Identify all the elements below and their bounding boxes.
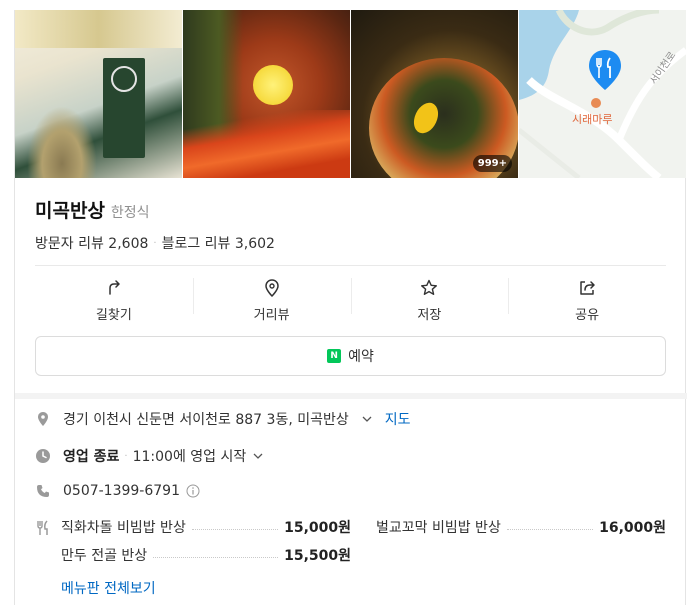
address-text: 경기 이천시 신둔면 서이천로 887 3동, 미곡반상 [63,412,349,428]
menu-leader [506,528,594,530]
reserve-button[interactable]: N 예약 [35,336,666,376]
title-row: 미곡반상 한정식 [35,196,150,223]
section-separator [15,393,687,399]
menu-item-name: 벌교꼬막 비빔밥 반상 [376,520,501,536]
share-label: 공유 [575,307,600,323]
photo-ceiling [15,10,182,48]
share-button[interactable]: 공유 [508,270,666,330]
business-status: 영업 종료 [63,449,120,465]
place-name: 미곡반상 [35,200,105,222]
photo-bibimbap-closeup[interactable] [183,10,350,178]
map-place-dot [591,98,601,108]
view-full-menu-link[interactable]: 메뉴판 전체보기 [61,578,156,598]
menu-leader [153,556,279,558]
place-card: 999+ 시래마루 서이천로 미곡반상 한정식 방문자 리뷰 2,608 · 블… [14,10,687,605]
clock-icon [35,448,51,464]
menu-item-price: 15,000원 [284,520,351,536]
photo-bibimbap-bowl[interactable]: 999+ [351,10,518,178]
phone-number[interactable]: 0507-1399-6791 [63,483,180,499]
naver-booking-icon: N [327,349,342,363]
map-link[interactable]: 지도 [385,409,411,429]
menu-item[interactable]: 직화차돌 비빔밥 반상 15,000원 [61,517,351,537]
photo-count-badge: 999+ [472,155,512,172]
menu-item-price: 16,000원 [599,520,666,536]
hours-chevron-down-icon[interactable] [252,450,264,462]
photo-plants [27,106,97,178]
hours-row: 영업 종료 · 11:00에 영업 시작 [35,446,264,466]
menu-item-name: 만두 전골 반상 [61,548,148,564]
streetview-pin-icon [264,278,279,297]
review-separator: · [153,237,157,249]
address-row: 경기 이천시 신둔면 서이천로 887 3동, 미곡반상 지도 [35,409,411,429]
menu-item-price: 15,500원 [284,548,351,564]
menu-leader [191,528,279,530]
chevron-down-icon[interactable] [361,413,373,425]
directions-button[interactable]: 길찾기 [35,270,193,330]
streetview-label: 거리뷰 [253,307,290,323]
place-category: 한정식 [110,205,150,221]
photo-vegetables [183,110,350,178]
menu-item[interactable]: 벌교꼬막 비빔밥 반상 16,000원 [376,517,666,537]
map-place-label: 시래마루 [572,113,613,126]
menu-utensils-icon [37,520,48,535]
photo-window [111,66,137,92]
menu-item[interactable]: 만두 전골 반상 15,500원 [61,545,351,565]
map-terrain [519,10,686,178]
status-separator: · [124,450,128,462]
divider [35,265,666,266]
directions-label: 길찾기 [95,307,132,323]
streetview-button[interactable]: 거리뷰 [192,270,351,330]
review-summary: 방문자 리뷰 2,608 · 블로그 리뷰 3,602 [35,233,275,253]
photo-interior[interactable] [15,10,182,178]
map-pin-icon [589,50,621,90]
blog-reviews-link[interactable]: 블로그 리뷰 3,602 [162,233,275,253]
info-icon[interactable] [186,484,200,498]
directions-icon [109,279,120,295]
photo-egg-yolk [253,65,293,105]
save-label: 저장 [417,307,442,323]
next-open-text: 11:00에 영업 시작 [132,449,247,465]
star-icon [421,279,438,295]
share-icon [580,280,595,295]
phone-row: 0507-1399-6791 [35,483,200,499]
save-button[interactable]: 저장 [350,270,509,330]
menu-item-name: 직화차돌 비빔밥 반상 [61,520,186,536]
mini-map[interactable]: 시래마루 서이천로 [519,10,686,178]
phone-icon [35,483,51,499]
reserve-label: 예약 [348,349,374,365]
action-bar: 길찾기 거리뷰 저장 공유 [35,270,666,330]
location-pin-icon [35,411,51,427]
photo-strip: 999+ 시래마루 서이천로 [15,10,687,178]
visitor-reviews-link[interactable]: 방문자 리뷰 2,608 [35,233,148,253]
